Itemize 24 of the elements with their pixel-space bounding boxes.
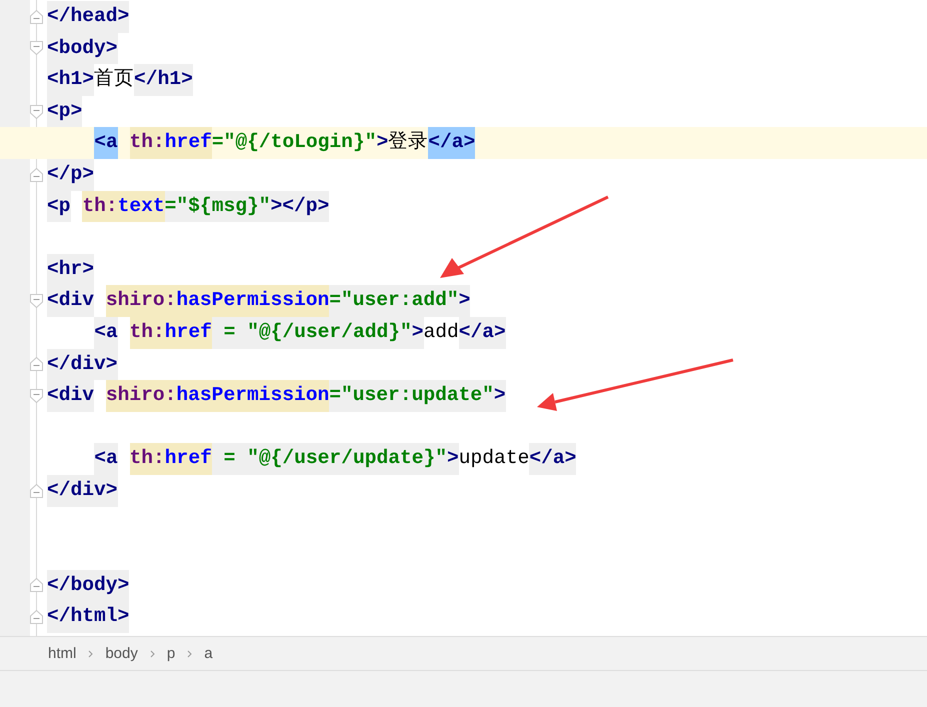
code-line: <div shiro:hasPermission="user:update"> (47, 380, 506, 412)
breadcrumb-item[interactable]: p (166, 645, 176, 662)
chevron-icon (88, 650, 94, 658)
fold-icon[interactable] (30, 388, 43, 403)
chevron-icon (150, 650, 155, 658)
breadcrumb-item[interactable]: html (48, 645, 76, 662)
fold-icon[interactable] (30, 610, 43, 624)
fold-icon[interactable] (30, 357, 43, 372)
code-line: <p th:text="${msg}"></p> (47, 190, 330, 222)
chevron-icon (187, 650, 192, 658)
breadcrumb-item[interactable]: body (105, 645, 138, 662)
code-line: <a th:href = "@{/user/update}">update</a> (94, 443, 576, 475)
fold-icon[interactable] (30, 104, 43, 119)
fold-icon[interactable] (30, 41, 43, 56)
fold-icon[interactable] (30, 168, 43, 182)
code-line: <h1>首页</h1> (47, 64, 193, 96)
code-line: <a th:href = "@{/user/add}">add</a> (94, 316, 506, 349)
fold-icon[interactable] (30, 484, 43, 498)
fold-icon[interactable] (30, 578, 43, 592)
fold-icon[interactable] (30, 10, 43, 24)
breadcrumb-item[interactable]: a (204, 645, 213, 662)
code-line: <div shiro:hasPermission="user:add"> (47, 285, 470, 317)
code-line: <a th:href="@{/toLogin}">登录</a> (94, 127, 476, 159)
fold-icon[interactable] (30, 294, 43, 308)
